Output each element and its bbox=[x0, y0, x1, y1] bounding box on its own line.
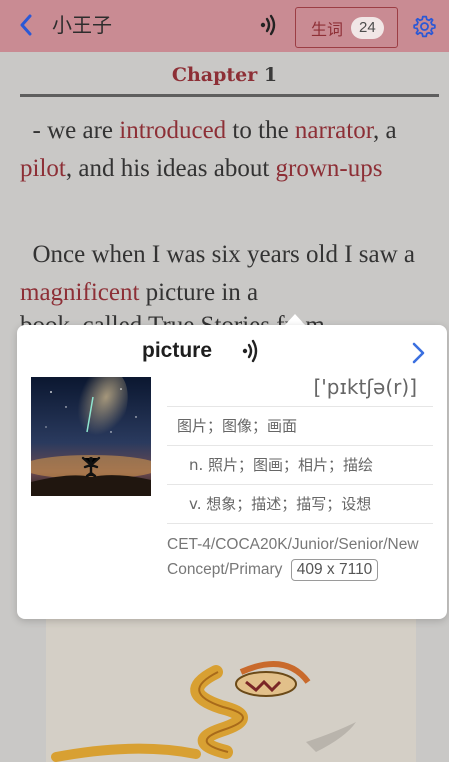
chapter-heading: Chapter 1 bbox=[0, 64, 449, 86]
dictionary-popup: picture ['pɪktʃə(r)] 图片；图像；画面 n. 照片；图画；相… bbox=[17, 325, 447, 619]
gear-icon bbox=[413, 15, 436, 38]
word-image bbox=[31, 377, 151, 496]
text-span: Once when I was six years old I saw a bbox=[32, 241, 416, 268]
image-size-badge: 409 x 7110 bbox=[290, 559, 379, 581]
text-span: to the bbox=[226, 117, 295, 144]
vocabulary-button[interactable]: 生词 24 bbox=[295, 7, 398, 48]
chapter-number: 1 bbox=[263, 64, 278, 86]
definition-row: v. 想象；描述；描写；设想 bbox=[167, 484, 433, 522]
chapter-divider bbox=[20, 94, 439, 97]
word-tags: CET-4/COCA20K/Junior/Senior/New Concept/… bbox=[167, 523, 433, 582]
top-bar: 小王子 生词 24 bbox=[0, 0, 449, 52]
definition-row: 图片；图像；画面 bbox=[167, 406, 433, 444]
popup-details-button[interactable] bbox=[410, 342, 428, 364]
vocabulary-count-badge: 24 bbox=[351, 16, 384, 39]
highlighted-word[interactable]: grown-ups bbox=[276, 155, 383, 182]
vocabulary-label: 生词 bbox=[311, 19, 344, 39]
highlighted-word[interactable]: pilot bbox=[20, 155, 66, 182]
settings-button[interactable] bbox=[412, 14, 437, 39]
text-span: , a bbox=[373, 117, 397, 144]
highlighted-word[interactable]: magnificent bbox=[20, 279, 139, 306]
popup-headword: picture bbox=[142, 339, 213, 362]
highlighted-word[interactable]: introduced bbox=[119, 117, 226, 144]
phonetic-transcription: ['pɪktʃə(r)] bbox=[313, 375, 417, 399]
text-span: picture in a bbox=[139, 278, 259, 306]
chevron-right-icon bbox=[412, 342, 425, 364]
pronunciation-button[interactable] bbox=[240, 338, 264, 364]
definition-row: n. 照片；图画；相片；描绘 bbox=[167, 445, 433, 483]
snake-illustration-image bbox=[46, 612, 416, 762]
chapter-word[interactable]: Chapter bbox=[172, 64, 257, 86]
paragraph-1: - we are introduced to the narrator, a p… bbox=[20, 112, 430, 187]
audio-icon bbox=[242, 339, 258, 363]
audio-button[interactable] bbox=[258, 13, 282, 37]
audio-icon bbox=[260, 14, 276, 36]
text-span: , and his ideas about bbox=[65, 154, 276, 182]
highlighted-word[interactable]: narrator bbox=[295, 117, 373, 144]
text-span: - we are bbox=[32, 117, 120, 144]
paragraph-2: Once when I was six years old I saw a ma… bbox=[20, 236, 430, 311]
back-button[interactable] bbox=[14, 12, 38, 38]
starry-sky-image bbox=[31, 377, 151, 496]
book-title: 小王子 bbox=[52, 13, 112, 37]
chevron-left-icon bbox=[20, 14, 32, 36]
book-illustration bbox=[46, 612, 416, 762]
